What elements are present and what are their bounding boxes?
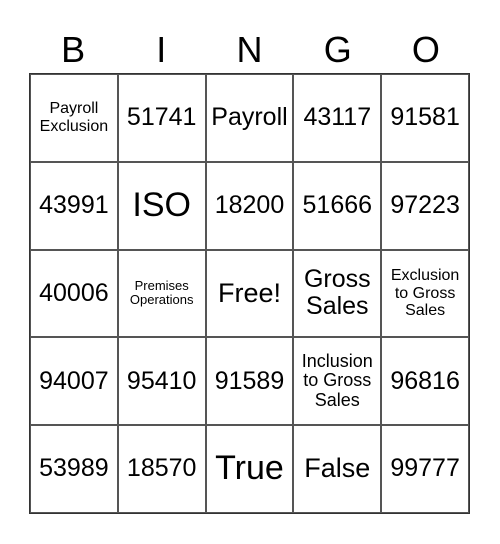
bingo-cell[interactable]: Inclusion to Gross Sales xyxy=(293,337,382,426)
bingo-cell[interactable]: 97223 xyxy=(381,161,469,250)
bingo-cell[interactable]: False xyxy=(293,425,382,513)
bingo-cell[interactable]: True xyxy=(205,425,294,513)
bingo-cell[interactable]: 99777 xyxy=(381,425,469,513)
header-letter-b: B xyxy=(61,29,86,70)
bingo-cell[interactable]: 53989 xyxy=(30,425,118,513)
bingo-cell[interactable]: ISO xyxy=(117,161,206,250)
bingo-cell[interactable]: 91589 xyxy=(205,337,294,426)
bingo-cell[interactable]: 18200 xyxy=(205,161,294,250)
bingo-cell[interactable]: Payroll Exclusion xyxy=(30,74,118,162)
bingo-cell[interactable]: 51666 xyxy=(293,161,382,250)
bingo-header: B I N G O xyxy=(29,28,470,72)
header-letter-g: G xyxy=(323,29,352,70)
bingo-cell[interactable]: 18570 xyxy=(117,425,206,513)
bingo-card: Payroll Exclusion 51741 Payroll 43117 91… xyxy=(29,73,470,514)
bingo-cell[interactable]: 40006 xyxy=(30,249,118,338)
bingo-cell[interactable]: 95410 xyxy=(117,337,206,426)
bingo-cell[interactable]: Premises Operations xyxy=(117,249,206,338)
bingo-cell[interactable]: Gross Sales xyxy=(293,249,382,338)
header-letter-i: I xyxy=(156,29,167,70)
bingo-cell[interactable]: 96816 xyxy=(381,337,469,426)
bingo-cell[interactable]: 43991 xyxy=(30,161,118,250)
bingo-cell[interactable]: Payroll xyxy=(205,74,294,162)
bingo-cell[interactable]: 43117 xyxy=(293,74,382,162)
free-space-cell[interactable]: Free! xyxy=(205,249,294,338)
bingo-cell[interactable]: 94007 xyxy=(30,337,118,426)
header-letter-o: O xyxy=(411,29,440,70)
header-letter-n: N xyxy=(236,29,263,70)
bingo-cell[interactable]: 91581 xyxy=(381,74,469,162)
bingo-cell[interactable]: Exclusion to Gross Sales xyxy=(381,249,469,338)
bingo-cell[interactable]: 51741 xyxy=(117,74,206,162)
